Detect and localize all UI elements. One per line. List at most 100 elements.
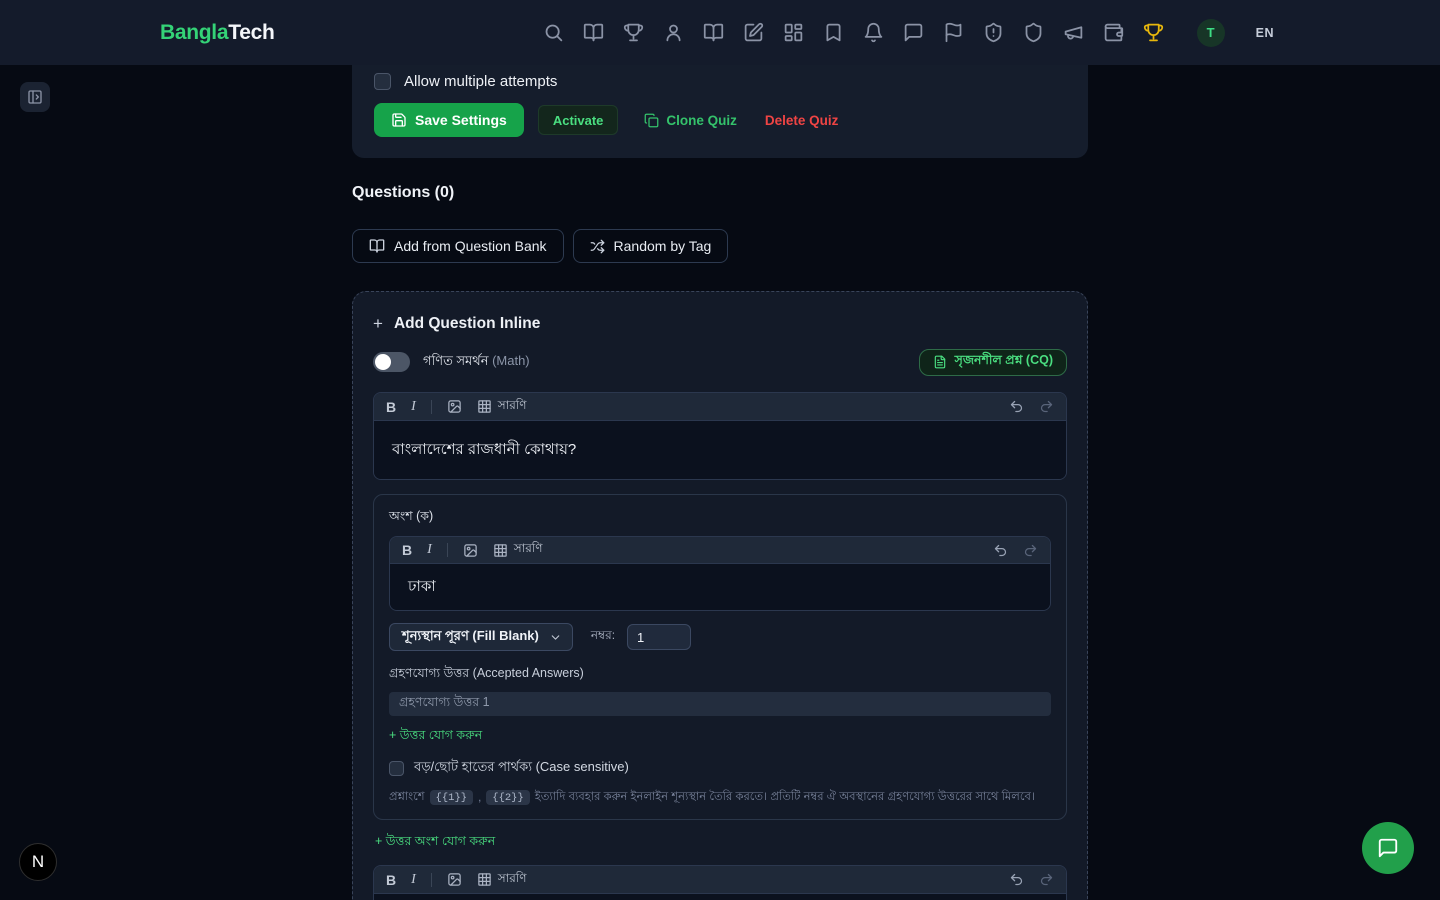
part-editor-body[interactable]: ঢাকা (390, 564, 1050, 610)
hint-comma: , (478, 792, 481, 804)
redo-button[interactable] (1023, 543, 1038, 558)
case-sensitive-label: বড়/ছোট হাতের পার্থক্য (Case sensitive) (414, 758, 629, 779)
case-sensitive-row: বড়/ছোট হাতের পার্থক্য (Case sensitive) (389, 758, 1051, 779)
table-label: সারণি (514, 540, 543, 560)
language-switcher[interactable]: EN (1256, 26, 1274, 40)
hint-pre: প্রশ্নাংশে (389, 788, 425, 807)
table-label: সারণি (498, 397, 527, 417)
marks-input[interactable] (627, 624, 691, 650)
toolbar-divider (431, 400, 432, 414)
explanation-editor-body[interactable]: ব্যাখ্যা (ট্রান্সক্রিপ্টে দেখাবে) (374, 894, 1066, 900)
chat-fab-button[interactable] (1362, 822, 1414, 874)
flag-icon[interactable] (943, 22, 964, 43)
accepted-answers-label: গ্রহণযোগ্য উত্তর (Accepted Answers) (389, 665, 1051, 685)
question-type-select[interactable]: শূন্যস্থান পূরণ (Fill Blank) (389, 623, 573, 651)
math-support-toggle[interactable] (373, 352, 410, 372)
top-navbar: BanglaTech T EN (0, 0, 1440, 65)
chevron-down-icon (549, 631, 562, 644)
add-from-bank-label: Add from Question Bank (394, 238, 547, 254)
chat-bubble-icon (1377, 837, 1399, 859)
allow-multiple-label: Allow multiple attempts (404, 73, 557, 90)
app-logo[interactable]: BanglaTech (160, 21, 274, 45)
add-question-inline-card: + Add Question Inline গণিত সমর্থন (Math)… (352, 291, 1088, 900)
insert-image-button[interactable] (463, 543, 478, 558)
bold-button[interactable]: B (402, 542, 412, 558)
undo-button[interactable] (1009, 399, 1024, 414)
marks-label: নম্বর: (591, 627, 615, 647)
part-editor-toolbar: B I সারণি (390, 537, 1050, 564)
shield-icon[interactable] (1023, 22, 1044, 43)
bold-button[interactable]: B (386, 399, 396, 415)
question-type-row: শূন্যস্থান পূরণ (Fill Blank) নম্বর: (389, 623, 1051, 651)
italic-button[interactable]: I (411, 872, 416, 888)
clone-quiz-label: Clone Quiz (666, 113, 737, 128)
add-answer-link[interactable]: + উত্তর যোগ করুন (389, 727, 482, 747)
user-icon[interactable] (663, 22, 684, 43)
accepted-answer-input[interactable] (389, 692, 1051, 716)
plus-icon: + (373, 314, 383, 334)
file-text-icon (933, 355, 947, 369)
clone-quiz-button[interactable]: Clone Quiz (644, 113, 737, 128)
edit-icon[interactable] (743, 22, 764, 43)
random-by-tag-button[interactable]: Random by Tag (573, 229, 729, 263)
creative-question-button[interactable]: সৃজনশীল প্রশ্ন (CQ) (919, 349, 1067, 376)
insert-table-button[interactable]: সারণি (493, 540, 543, 560)
hint-code-1: {{1}} (430, 790, 474, 805)
library-book-icon[interactable] (703, 22, 724, 43)
logo-part-1: Bangla (160, 21, 228, 44)
dashboard-grid-icon[interactable] (783, 22, 804, 43)
question-editor-toolbar: B I সারণি (374, 393, 1066, 421)
random-by-tag-label: Random by Tag (614, 238, 712, 254)
save-settings-label: Save Settings (415, 112, 507, 128)
delete-quiz-button[interactable]: Delete Quiz (765, 113, 839, 128)
italic-button[interactable]: I (411, 399, 416, 415)
italic-button[interactable]: I (427, 542, 432, 558)
trophy-icon[interactable] (623, 22, 644, 43)
explanation-editor-toolbar: B I সারণি (374, 866, 1066, 894)
case-sensitive-checkbox[interactable] (389, 761, 404, 776)
megaphone-icon[interactable] (1063, 22, 1084, 43)
placeholder-hint-text: প্রশ্নাংশে {{1}} , {{2}} ইত্যাদি ব্যবহার… (389, 788, 1051, 807)
allow-multiple-row: Allow multiple attempts (374, 69, 557, 93)
math-toggle-group: গণিত সমর্থন (Math) (373, 352, 530, 373)
insert-image-button[interactable] (447, 872, 462, 887)
table-icon (477, 872, 492, 887)
add-from-bank-button[interactable]: Add from Question Bank (352, 229, 564, 263)
shield-alert-icon[interactable] (983, 22, 1004, 43)
toolbar-divider (447, 543, 448, 557)
gold-trophy-icon[interactable] (1143, 22, 1164, 43)
math-label-en: (Math) (492, 353, 530, 368)
question-editor-body[interactable]: বাংলাদেশের রাজধানী কোথায়? (374, 421, 1066, 479)
bell-icon[interactable] (863, 22, 884, 43)
insert-image-button[interactable] (447, 399, 462, 414)
insert-table-button[interactable]: সারণি (477, 870, 527, 890)
undo-button[interactable] (1009, 872, 1024, 887)
save-settings-button[interactable]: Save Settings (374, 103, 524, 137)
part-editor: B I সারণি ঢাকা (389, 536, 1051, 611)
shuffle-icon (590, 239, 605, 254)
sidebar-toggle-button[interactable] (20, 82, 50, 112)
activate-button[interactable]: Activate (538, 105, 619, 135)
creative-question-label: সৃজনশীল প্রশ্ন (CQ) (955, 352, 1053, 372)
insert-table-button[interactable]: সারণি (477, 397, 527, 417)
message-icon[interactable] (903, 22, 924, 43)
bold-button[interactable]: B (386, 872, 396, 888)
allow-multiple-checkbox[interactable] (374, 73, 391, 90)
search-icon[interactable] (543, 22, 564, 43)
panel-open-icon (27, 89, 43, 105)
redo-button[interactable] (1039, 399, 1054, 414)
book-open-icon[interactable] (583, 22, 604, 43)
toolbar-divider (431, 873, 432, 887)
bookmark-icon[interactable] (823, 22, 844, 43)
settings-actions-row: Save Settings Activate Clone Quiz Delete… (374, 103, 838, 137)
wallet-icon[interactable] (1103, 22, 1124, 43)
hint-code-2: {{2}} (486, 790, 530, 805)
dev-badge[interactable]: N (19, 843, 57, 881)
user-avatar[interactable]: T (1197, 19, 1225, 47)
inline-card-title: Add Question Inline (394, 315, 540, 333)
question-type-value: শূন্যস্থান পূরণ (Fill Blank) (402, 627, 539, 648)
redo-button[interactable] (1039, 872, 1054, 887)
part-label: অংশ (ক) (389, 508, 1051, 528)
add-part-link[interactable]: + উত্তর অংশ যোগ করুন (375, 833, 495, 853)
undo-button[interactable] (993, 543, 1008, 558)
